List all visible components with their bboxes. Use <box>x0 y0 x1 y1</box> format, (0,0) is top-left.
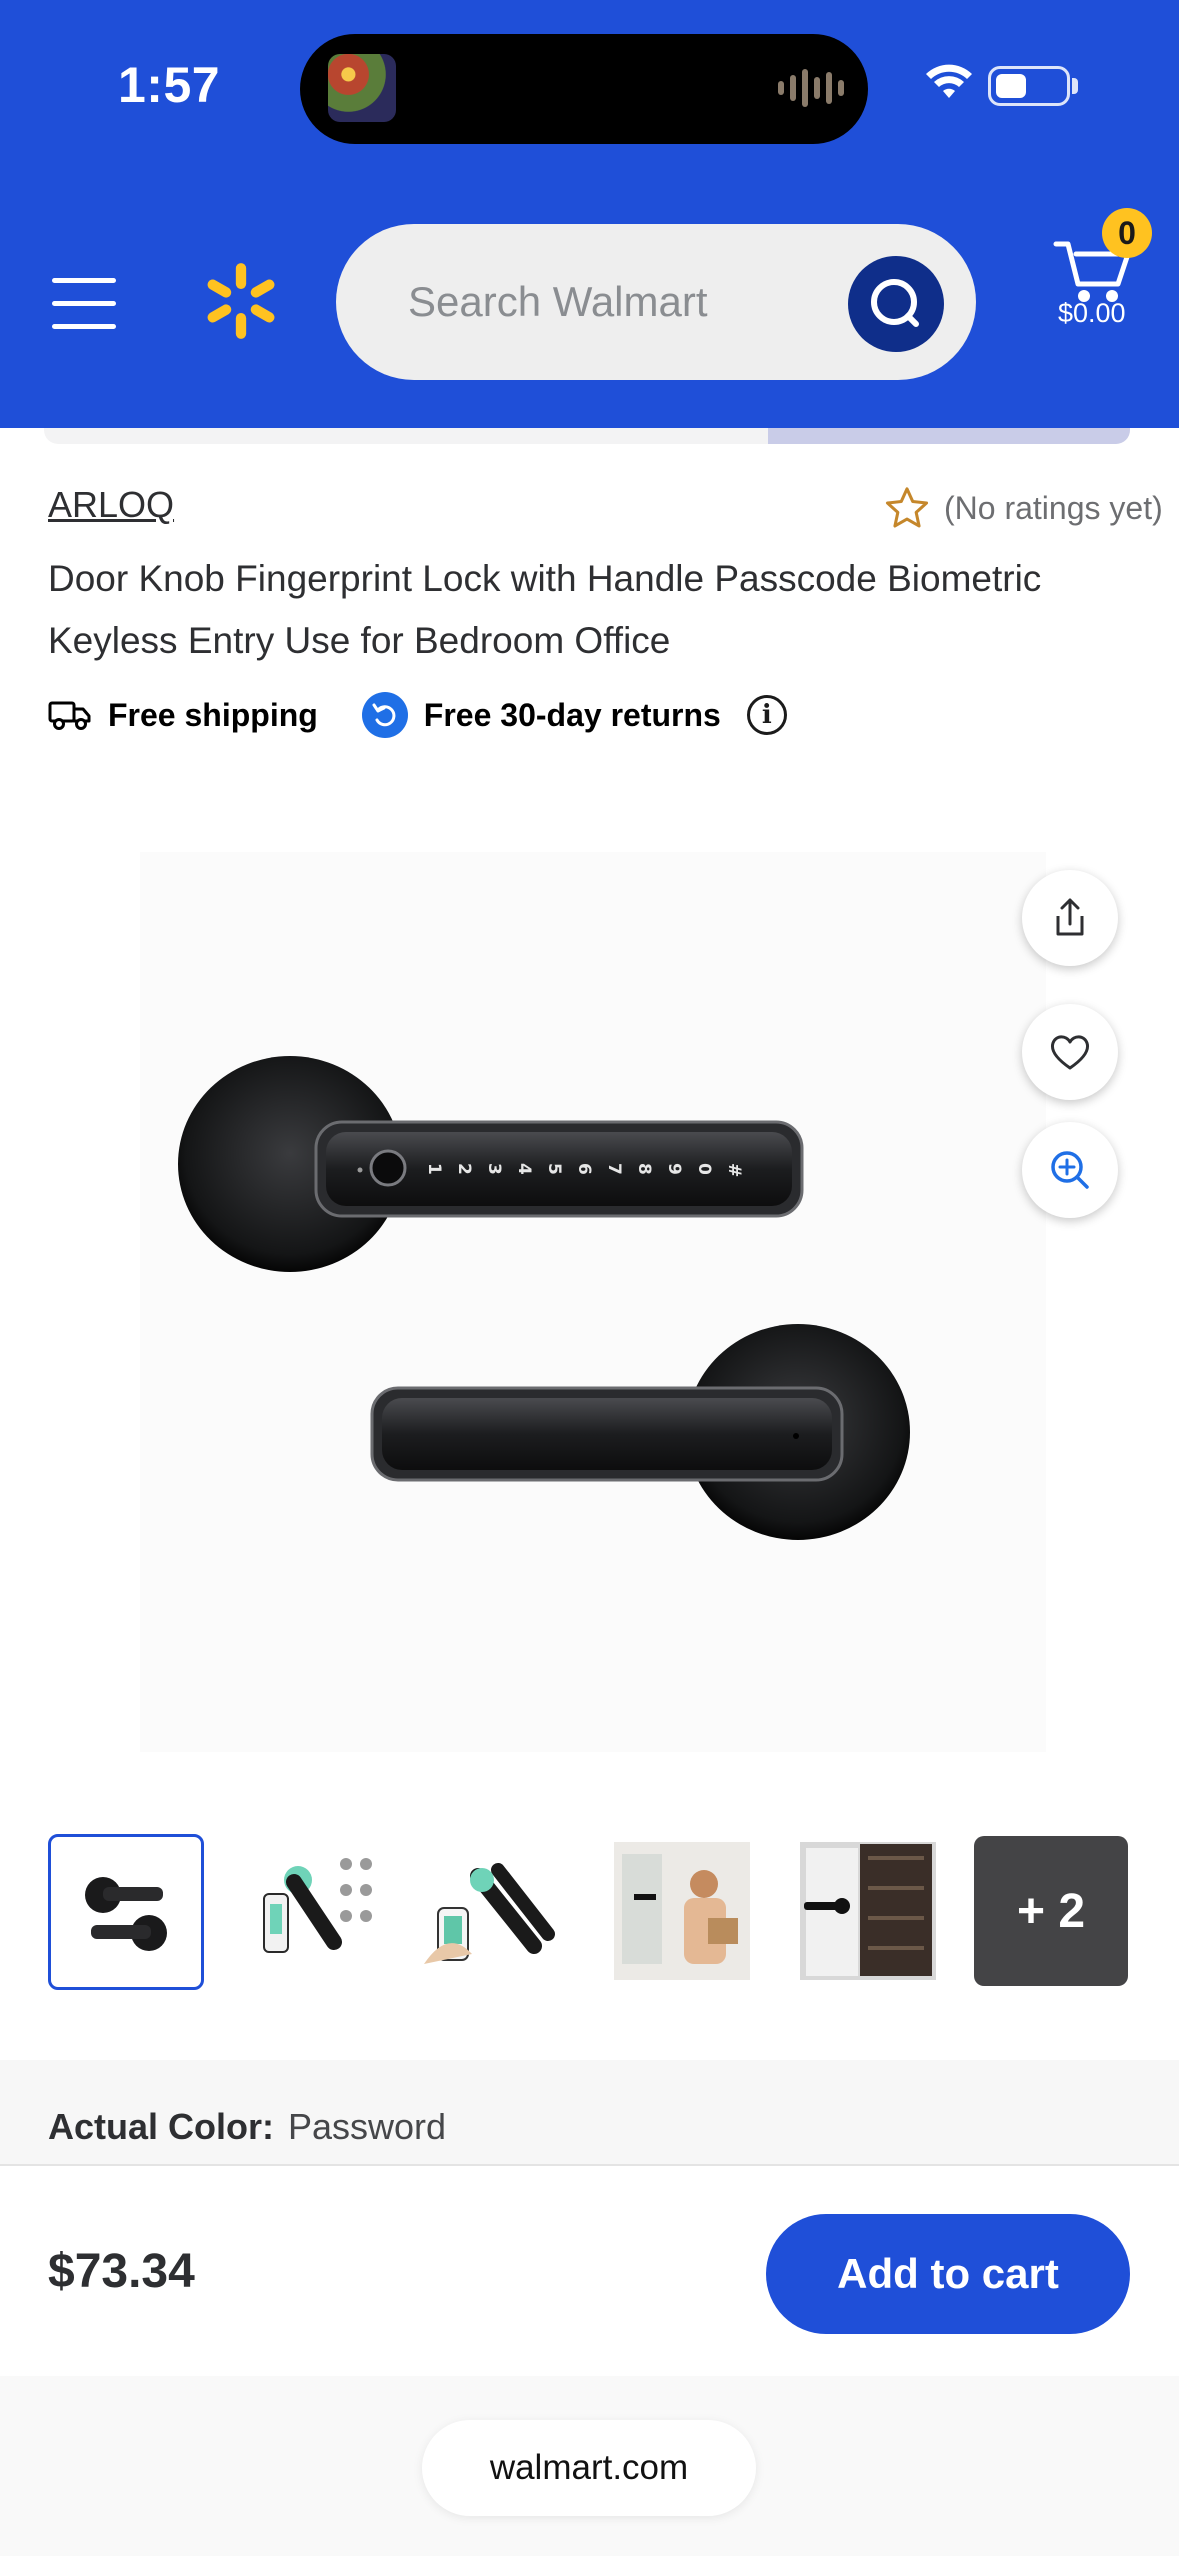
battery-tip <box>1072 78 1078 94</box>
free-shipping-label: Free shipping <box>108 696 318 733</box>
door-lock-illustration: 1 2 3 4 5 6 7 8 9 0 # <box>178 1056 910 1540</box>
svg-text:2: 2 <box>454 1163 474 1175</box>
search-placeholder: Search Walmart <box>408 278 708 325</box>
svg-text:3: 3 <box>484 1163 504 1175</box>
svg-text:6: 6 <box>574 1163 594 1175</box>
battery-level <box>996 74 1026 98</box>
add-to-cart-button[interactable]: Add to cart <box>766 2214 1130 2334</box>
price: $73.34 <box>48 2245 195 2298</box>
share-icon <box>1056 898 1084 936</box>
thumbnail-5[interactable] <box>790 1834 946 1988</box>
thumbnail-2[interactable] <box>234 1834 390 1988</box>
free-returns-label: Free 30-day returns <box>423 696 721 733</box>
zoom-icon <box>1051 1151 1089 1189</box>
favorite-button[interactable] <box>1022 1004 1118 1100</box>
color-label: Actual Color: <box>48 2106 275 2147</box>
star-icon <box>885 487 929 528</box>
heart-icon <box>1051 1035 1089 1070</box>
svg-text:9: 9 <box>664 1163 684 1175</box>
audio-waveform-icon <box>778 66 844 110</box>
shipping-row: Free shipping Free 30-day returns i <box>48 690 787 740</box>
svg-text:7: 7 <box>604 1163 624 1175</box>
svg-text:4: 4 <box>514 1163 534 1175</box>
menu-icon[interactable] <box>52 278 116 330</box>
truck-icon <box>48 701 91 730</box>
share-button[interactable] <box>1022 870 1118 966</box>
now-playing-artwork[interactable] <box>328 54 396 122</box>
thumbnail-1[interactable] <box>48 1834 204 1990</box>
brand-link[interactable]: ARLOQ <box>48 484 174 526</box>
product-title: Door Knob Fingerprint Lock with Handle P… <box>48 558 1042 661</box>
product-image[interactable]: 1 2 3 4 5 6 7 8 9 0 # <box>140 852 1046 1752</box>
color-value: Password <box>288 2106 447 2147</box>
previous-content-image <box>768 428 1130 444</box>
more-images-button[interactable]: + 2 <box>974 1836 1128 1986</box>
return-icon <box>361 692 408 738</box>
thumbnail-4[interactable] <box>604 1834 760 1988</box>
svg-text:#: # <box>724 1163 744 1177</box>
zoom-button[interactable] <box>1022 1122 1118 1218</box>
status-time: 1:57 <box>118 57 221 113</box>
info-icon[interactable]: i <box>746 695 787 735</box>
search-button[interactable] <box>848 256 944 352</box>
search-icon <box>871 279 919 327</box>
browser-address-bar[interactable]: walmart.com <box>422 2420 756 2516</box>
cart-total: $0.00 <box>1058 298 1126 328</box>
cart-count-badge: 0 <box>1102 208 1152 258</box>
svg-text:0: 0 <box>694 1163 714 1175</box>
svg-text:1: 1 <box>424 1163 444 1175</box>
thumbnail-3[interactable] <box>418 1834 574 1988</box>
wifi-icon <box>926 64 972 98</box>
svg-text:8: 8 <box>634 1163 654 1175</box>
ratings-text[interactable]: (No ratings yet) <box>944 490 1163 527</box>
walmart-spark-icon[interactable] <box>198 258 284 344</box>
svg-text:5: 5 <box>544 1163 564 1175</box>
